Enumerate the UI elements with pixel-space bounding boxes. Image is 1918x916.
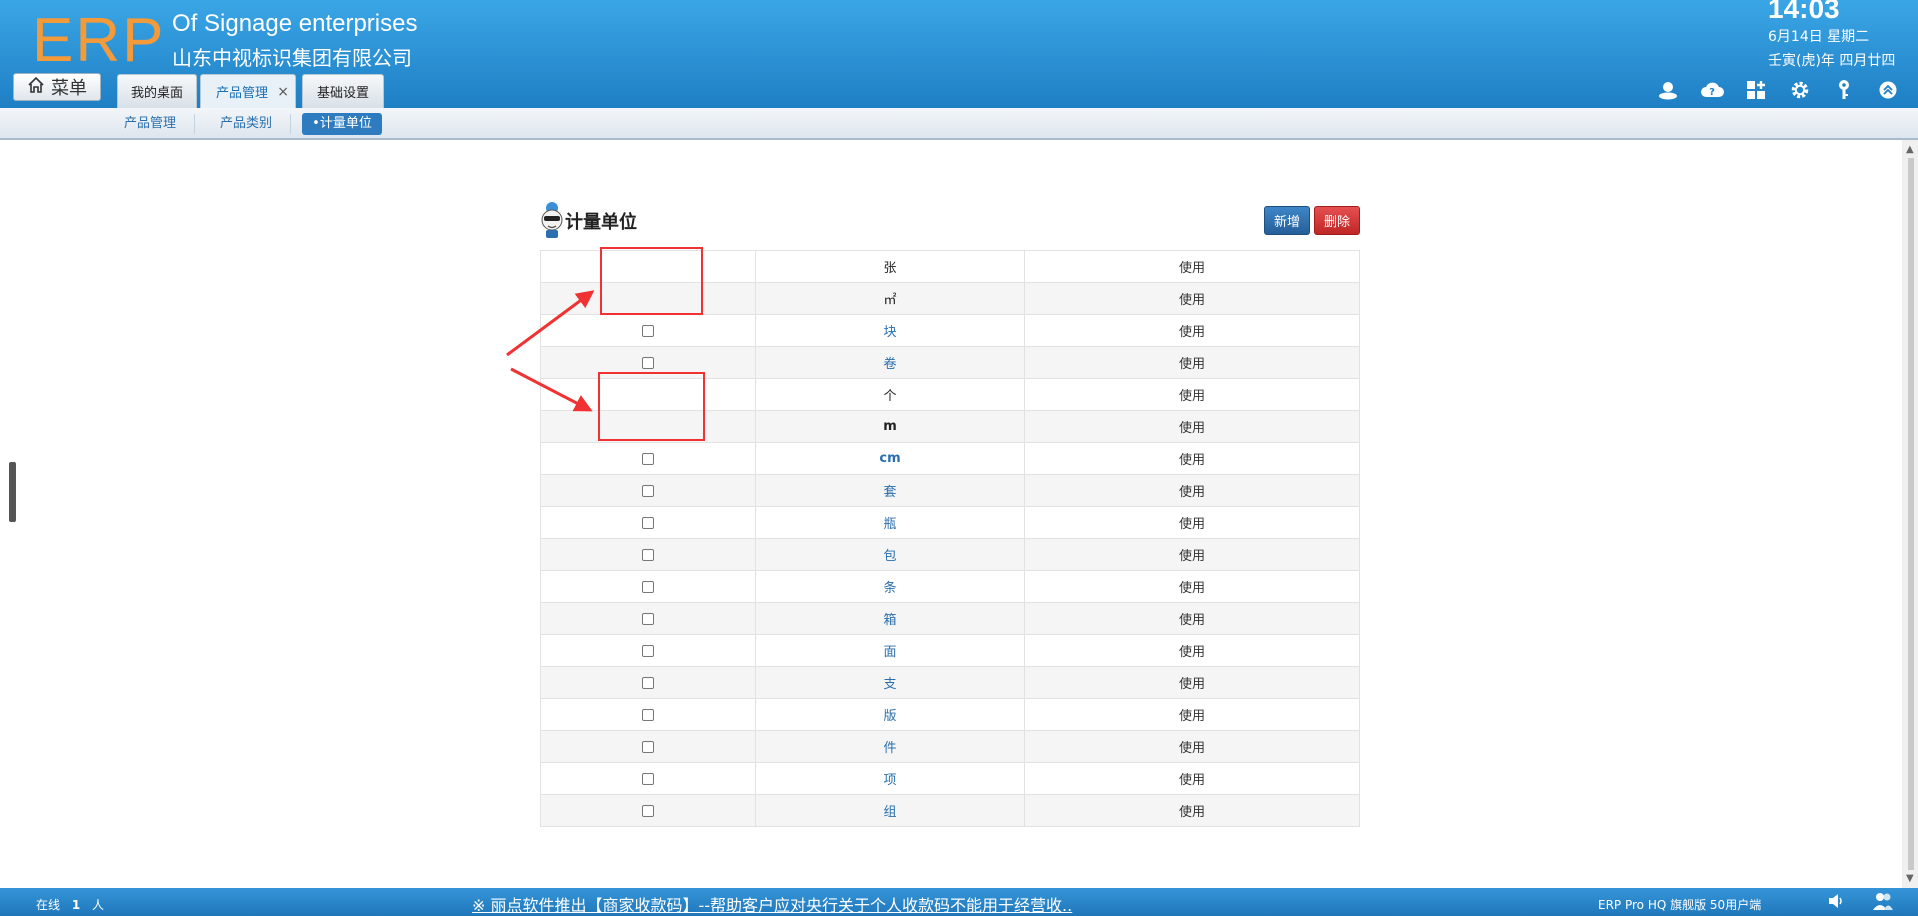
- status-footer: 在线 1 人 ※ 丽点软件推出【商家收款码】--帮助客户应对央行关于个人收款码不…: [0, 888, 1918, 916]
- annotation-arrow: [506, 290, 595, 357]
- notice-link[interactable]: ※ 丽点软件推出【商家收款码】--帮助客户应对央行关于个人收款码不能用于经营收.…: [472, 892, 1072, 916]
- online-count: 1: [71, 898, 81, 912]
- online-unit: 人: [92, 898, 105, 912]
- online-label: 在线: [36, 898, 61, 912]
- annotation-arrows: [506, 290, 595, 412]
- speaker-icon[interactable]: [1826, 891, 1846, 914]
- users-icon[interactable]: [1872, 891, 1894, 914]
- version-text: ERP Pro HQ 旗舰版 50用户端: [1598, 898, 1762, 912]
- annotation-arrow: [510, 367, 593, 412]
- online-status: 在线 1 人: [36, 896, 104, 913]
- footer-icons: [1826, 891, 1894, 914]
